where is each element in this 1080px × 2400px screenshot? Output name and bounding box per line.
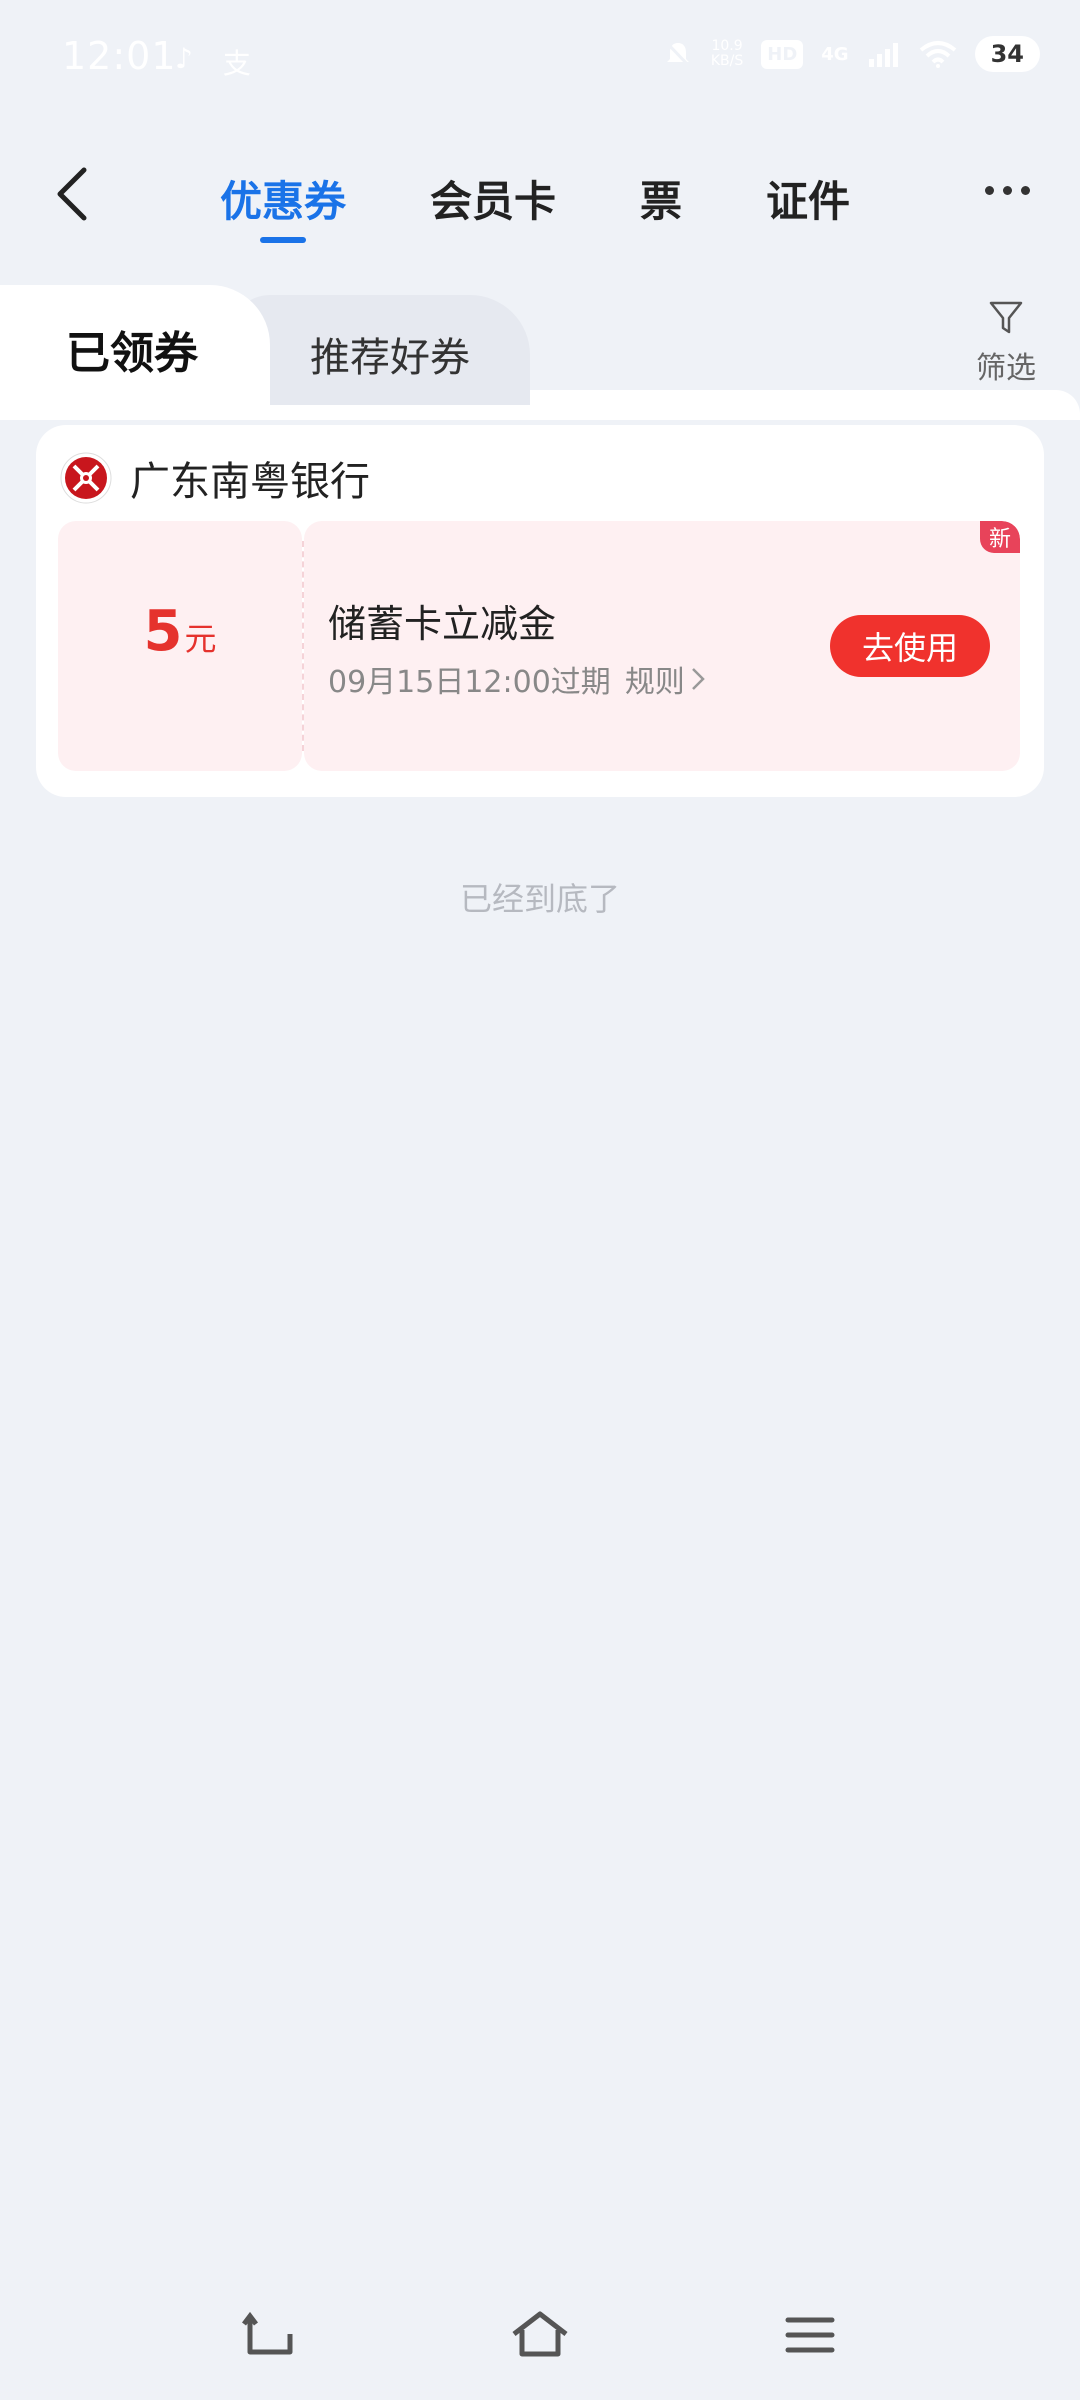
nav-menu-button[interactable]: [780, 2310, 840, 2360]
coupon-meta: 09月15日12:00过期 规则: [328, 657, 707, 701]
nav-home-button[interactable]: [510, 2310, 570, 2360]
battery-level: 34: [974, 36, 1040, 72]
coupon-amount-panel: 5元: [58, 521, 302, 771]
alipay-icon: 支: [222, 47, 251, 80]
chevron-left-icon: [57, 167, 87, 221]
net-speed: 10.9 KB/S: [711, 39, 743, 69]
more-dot-icon: [1003, 186, 1012, 195]
header: 优惠券 会员卡 票 证件: [0, 150, 1080, 243]
menu-icon: [785, 2317, 835, 2353]
bank-row[interactable]: 广东南粤银行: [60, 449, 370, 507]
top-tabs: 优惠券 会员卡 票 证件: [220, 168, 934, 243]
coupon-rules-link[interactable]: 规则: [625, 657, 685, 701]
coupon-amount-unit: 元: [184, 620, 217, 658]
chevron-right-icon: [691, 668, 705, 690]
page: 12:01 ♪ 支 10.9 KB/S HD 4G 34 优惠券 会员卡 票 证…: [0, 0, 1080, 2400]
signal-icon: [868, 43, 898, 67]
sub-tab-recommended-label: 推荐好券: [310, 335, 470, 381]
mute-bell-icon: [665, 41, 690, 68]
net-speed-value: 10.9: [711, 38, 743, 54]
network-type: 4G: [821, 43, 849, 65]
tab-coupons[interactable]: 优惠券: [220, 168, 346, 243]
more-dot-icon: [1021, 186, 1030, 195]
tab-documents[interactable]: 证件: [766, 168, 850, 229]
filter-icon: [989, 301, 1023, 334]
coupon-ticket[interactable]: 5元 储蓄卡立减金 09月15日12:00过期 规则 去使用 新: [58, 521, 1020, 771]
coupon-amount: 5元: [58, 599, 302, 664]
more-button[interactable]: [985, 186, 1030, 195]
wifi-icon: [919, 41, 956, 68]
filter-button[interactable]: 筛选: [966, 299, 1046, 387]
sub-tab-received-label: 已领券: [66, 328, 198, 379]
nav-back-icon: [242, 2311, 293, 2355]
hd-badge: HD: [761, 39, 804, 69]
use-coupon-button[interactable]: 去使用: [830, 615, 990, 677]
bank-name: 广东南粤银行: [130, 459, 370, 505]
coupon-card: 广东南粤银行 5元 储蓄卡立减金 09月15日12:00过期 规则 去使用 新: [36, 425, 1044, 797]
coupon-details-panel: 储蓄卡立减金 09月15日12:00过期 规则 去使用 新: [304, 521, 1020, 771]
end-of-list-text: 已经到底了: [459, 880, 620, 918]
status-left-icons: ♪ 支: [175, 42, 251, 82]
home-icon: [512, 2311, 568, 2357]
status-time: 12:01: [62, 34, 177, 78]
filter-label: 筛选: [976, 351, 1036, 386]
back-button[interactable]: [50, 164, 100, 224]
sub-tabs: 已领券 推荐好券 筛选: [0, 285, 1080, 420]
tab-membership-cards[interactable]: 会员卡: [430, 168, 556, 229]
nav-back-button[interactable]: [240, 2310, 300, 2360]
coupon-title: 储蓄卡立减金: [328, 602, 557, 646]
net-speed-unit: KB/S: [710, 53, 744, 69]
notification-app-icon: ♪: [175, 42, 193, 75]
coupon-expiry: 09月15日12:00过期: [328, 665, 611, 700]
tab-tickets[interactable]: 票: [640, 168, 682, 229]
status-right-icons: 10.9 KB/S HD 4G 34: [663, 36, 1040, 72]
more-dot-icon: [985, 186, 994, 195]
bank-logo-icon: [60, 452, 112, 504]
coupon-amount-value: 5: [143, 599, 183, 664]
system-nav-bar: [0, 2290, 1080, 2380]
new-badge: 新: [980, 521, 1020, 553]
status-bar: 12:01 ♪ 支 10.9 KB/S HD 4G 34: [0, 0, 1080, 120]
